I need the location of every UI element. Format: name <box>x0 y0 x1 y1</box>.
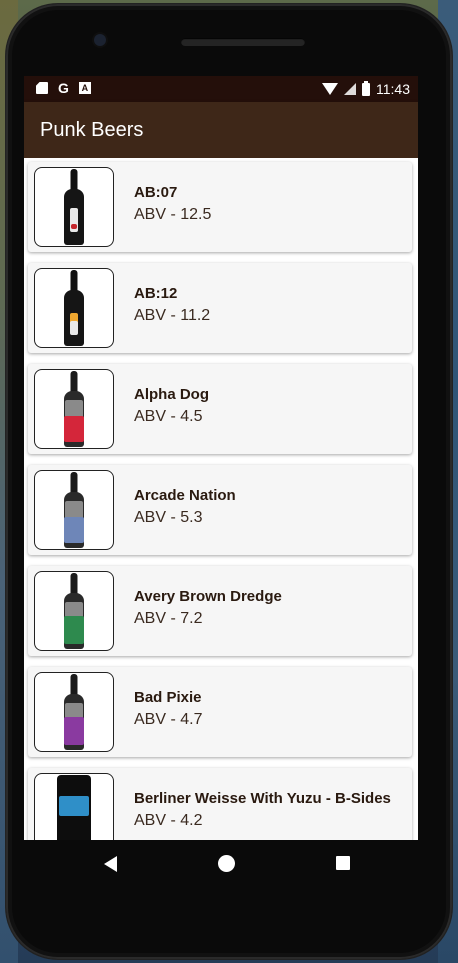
beer-abv: ABV - 5.3 <box>134 509 203 526</box>
earpiece-speaker <box>181 38 305 46</box>
beer-name: Berliner Weisse With Yuzu - B-Sides <box>134 790 391 807</box>
list-item[interactable]: Arcade Nation ABV - 5.3 <box>28 465 412 555</box>
beer-image <box>34 773 114 840</box>
navigation-bar <box>24 840 418 890</box>
a-icon: A <box>78 82 91 94</box>
beer-abv: ABV - 4.2 <box>134 812 203 829</box>
list-item[interactable]: Bad Pixie ABV - 4.7 <box>28 667 412 757</box>
phone-top-bezel <box>6 4 452 82</box>
beer-image <box>34 167 114 247</box>
beer-image <box>34 672 114 752</box>
list-item[interactable]: Alpha Dog ABV - 4.5 <box>28 364 412 454</box>
google-icon: G <box>58 80 69 96</box>
beer-name: AB:07 <box>134 184 178 201</box>
beer-name: Bad Pixie <box>134 689 202 706</box>
home-icon[interactable] <box>218 855 235 872</box>
app-title: Punk Beers <box>40 119 144 141</box>
phone-screen: G A 11:43 Punk Beers AB:07 ABV - 12.5 AB… <box>24 76 418 840</box>
beer-abv: ABV - 7.2 <box>134 610 203 627</box>
back-icon[interactable] <box>104 856 117 872</box>
beer-abv: ABV - 4.7 <box>134 711 203 728</box>
status-bar: G A 11:43 <box>24 76 418 102</box>
wifi-icon <box>322 83 338 95</box>
list-item[interactable]: AB:12 ABV - 11.2 <box>28 263 412 353</box>
beer-list[interactable]: AB:07 ABV - 12.5 AB:12 ABV - 11.2 Alpha … <box>24 158 418 840</box>
beer-abv: ABV - 12.5 <box>134 206 212 223</box>
beer-image <box>34 268 114 348</box>
beer-image <box>34 470 114 550</box>
beer-image <box>34 571 114 651</box>
beer-abv: ABV - 11.2 <box>134 307 211 324</box>
beer-name: Alpha Dog <box>134 386 209 403</box>
status-time: 11:43 <box>376 81 410 97</box>
list-item[interactable]: Avery Brown Dredge ABV - 7.2 <box>28 566 412 656</box>
list-item[interactable]: AB:07 ABV - 12.5 <box>28 162 412 252</box>
sd-card-icon <box>36 82 48 94</box>
battery-charging-icon <box>362 80 370 96</box>
list-item[interactable]: Berliner Weisse With Yuzu - B-Sides ABV … <box>28 768 412 840</box>
beer-name: AB:12 <box>134 285 178 302</box>
beer-name: Avery Brown Dredge <box>134 588 282 605</box>
beer-abv: ABV - 4.5 <box>134 408 203 425</box>
recents-icon[interactable] <box>336 856 350 870</box>
app-bar: Punk Beers <box>24 102 418 158</box>
beer-name: Arcade Nation <box>134 487 236 504</box>
beer-image <box>34 369 114 449</box>
signal-icon <box>344 83 356 95</box>
front-camera-icon <box>94 34 106 46</box>
